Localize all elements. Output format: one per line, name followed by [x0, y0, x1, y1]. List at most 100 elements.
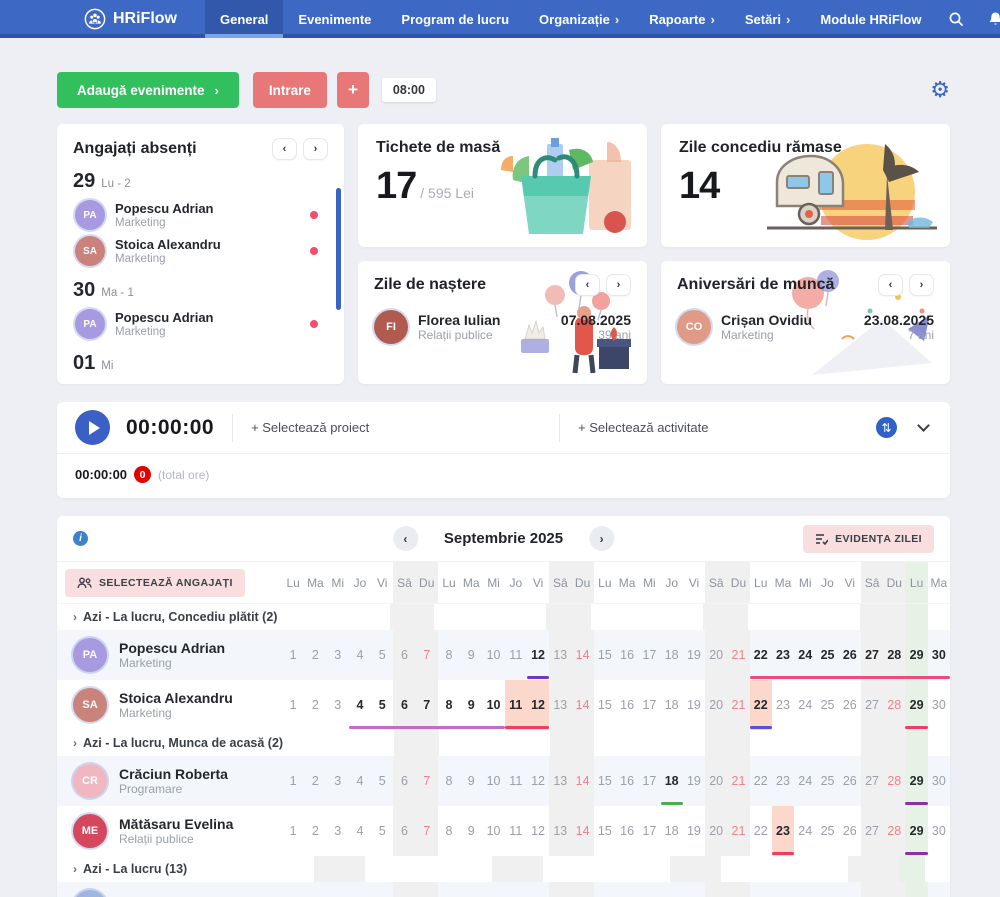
day-cell[interactable]: 25: [816, 630, 838, 680]
day-cell[interactable]: 6: [393, 882, 415, 897]
day-cell[interactable]: 5: [371, 630, 393, 680]
day-cell[interactable]: 21: [727, 630, 749, 680]
nav-item-organiza-ie[interactable]: Organizație›: [524, 0, 634, 38]
anniversaries-prev-button[interactable]: ‹: [878, 274, 903, 296]
employee-cell[interactable]: BLBratosin Lili: [57, 882, 282, 897]
gear-icon[interactable]: ⚙: [930, 79, 950, 101]
day-cell[interactable]: 18: [661, 680, 683, 730]
day-cell[interactable]: 25: [816, 680, 838, 730]
day-cell[interactable]: 16: [616, 806, 638, 856]
day-cell[interactable]: 2: [304, 630, 326, 680]
absent-employee-item[interactable]: SAStoica AlexandruMarketing: [73, 233, 328, 269]
day-cell[interactable]: 28: [883, 630, 905, 680]
anniversaries-next-button[interactable]: ›: [909, 274, 934, 296]
day-cell[interactable]: 13: [549, 630, 571, 680]
day-cell[interactable]: 10: [482, 756, 504, 806]
day-cell[interactable]: 14: [571, 680, 593, 730]
day-cell[interactable]: 15: [594, 680, 616, 730]
day-cell[interactable]: 14: [571, 756, 593, 806]
day-cell[interactable]: 10: [482, 806, 504, 856]
day-cell[interactable]: 16: [616, 680, 638, 730]
day-cell[interactable]: 12: [527, 806, 549, 856]
day-cell[interactable]: 15: [594, 806, 616, 856]
nav-item-module-hriflow[interactable]: Module HRiFlow: [805, 0, 936, 38]
search-button[interactable]: [936, 0, 976, 38]
day-cell[interactable]: 19: [683, 806, 705, 856]
day-cell[interactable]: 16: [616, 882, 638, 897]
day-cell[interactable]: 13: [549, 806, 571, 856]
day-cell[interactable]: 16: [616, 630, 638, 680]
day-cell[interactable]: 19: [683, 882, 705, 897]
day-cell[interactable]: 7: [416, 806, 438, 856]
day-cell[interactable]: 11: [505, 630, 527, 680]
month-prev-button[interactable]: ‹: [393, 526, 418, 551]
day-cell[interactable]: 19: [683, 630, 705, 680]
day-cell[interactable]: 5: [371, 806, 393, 856]
day-cell[interactable]: 4: [349, 882, 371, 897]
day-cell[interactable]: 30: [928, 630, 950, 680]
day-cell[interactable]: 26: [839, 882, 861, 897]
timer-play-button[interactable]: [75, 410, 110, 445]
day-cell[interactable]: 13: [549, 756, 571, 806]
group-label[interactable]: ›Azi - La lucru, Munca de acasă (2): [57, 730, 283, 756]
day-cell[interactable]: 29: [905, 756, 927, 806]
day-cell[interactable]: 20: [705, 756, 727, 806]
absent-employee-item[interactable]: PAPopescu AdrianMarketing: [73, 197, 328, 233]
day-cell[interactable]: 30: [928, 680, 950, 730]
day-cell[interactable]: 13: [549, 680, 571, 730]
evidenta-zilei-button[interactable]: EVIDENȚA ZILEI: [803, 525, 934, 553]
select-project[interactable]: + Selectează proiect: [251, 420, 541, 435]
day-cell[interactable]: 29: [905, 680, 927, 730]
day-cell[interactable]: 18: [661, 630, 683, 680]
day-cell[interactable]: 21: [727, 806, 749, 856]
day-cell[interactable]: 24: [794, 680, 816, 730]
day-cell[interactable]: 19: [683, 680, 705, 730]
day-cell[interactable]: 23: [772, 630, 794, 680]
day-cell[interactable]: 2: [304, 680, 326, 730]
employee-cell[interactable]: SAStoica AlexandruMarketing: [57, 680, 282, 730]
day-cell[interactable]: 2: [304, 756, 326, 806]
day-cell[interactable]: 2: [304, 806, 326, 856]
day-cell[interactable]: 26: [839, 756, 861, 806]
day-cell[interactable]: 20: [705, 630, 727, 680]
day-cell[interactable]: 19: [683, 756, 705, 806]
day-cell[interactable]: 1: [282, 882, 304, 897]
select-employees-button[interactable]: SELECTEAZĂ ANGAJAȚI: [65, 569, 245, 597]
day-cell[interactable]: 29: [905, 806, 927, 856]
day-cell[interactable]: 3: [327, 680, 349, 730]
day-cell[interactable]: 8: [438, 680, 460, 730]
day-cell[interactable]: 18: [661, 756, 683, 806]
day-cell[interactable]: 22: [750, 756, 772, 806]
day-cell[interactable]: 6: [393, 806, 415, 856]
day-cell[interactable]: 6: [393, 680, 415, 730]
day-cell[interactable]: 8: [438, 630, 460, 680]
day-cell[interactable]: 4: [349, 756, 371, 806]
day-cell[interactable]: 15: [594, 630, 616, 680]
day-cell[interactable]: 17: [638, 882, 660, 897]
day-cell[interactable]: 11: [505, 680, 527, 730]
day-cell[interactable]: 28: [883, 680, 905, 730]
day-cell[interactable]: 7: [416, 680, 438, 730]
day-cell[interactable]: 9: [460, 630, 482, 680]
clock-in-button[interactable]: Intrare: [253, 72, 327, 108]
group-label[interactable]: ›Azi - La lucru, Concediu plătit (2): [57, 604, 277, 630]
day-cell[interactable]: 21: [727, 882, 749, 897]
day-cell[interactable]: 25: [816, 756, 838, 806]
day-cell[interactable]: 26: [839, 806, 861, 856]
day-cell[interactable]: 13: [549, 882, 571, 897]
day-cell[interactable]: 14: [571, 630, 593, 680]
day-cell[interactable]: 7: [416, 630, 438, 680]
day-cell[interactable]: 20: [705, 680, 727, 730]
notifications-button[interactable]: [976, 11, 1000, 27]
day-cell[interactable]: 23: [772, 806, 794, 856]
day-cell[interactable]: 28: [883, 756, 905, 806]
nav-item-program-de-lucru[interactable]: Program de lucru: [386, 0, 524, 38]
birthdays-next-button[interactable]: ›: [606, 274, 631, 296]
employee-cell[interactable]: CRCrăciun RobertaProgramare: [57, 756, 282, 806]
time-chip[interactable]: 08:00: [382, 78, 436, 102]
day-cell[interactable]: 22: [750, 630, 772, 680]
day-cell[interactable]: 17: [638, 756, 660, 806]
day-cell[interactable]: 4: [349, 806, 371, 856]
day-cell[interactable]: 14: [571, 806, 593, 856]
nav-item-rapoarte[interactable]: Rapoarte›: [634, 0, 730, 38]
